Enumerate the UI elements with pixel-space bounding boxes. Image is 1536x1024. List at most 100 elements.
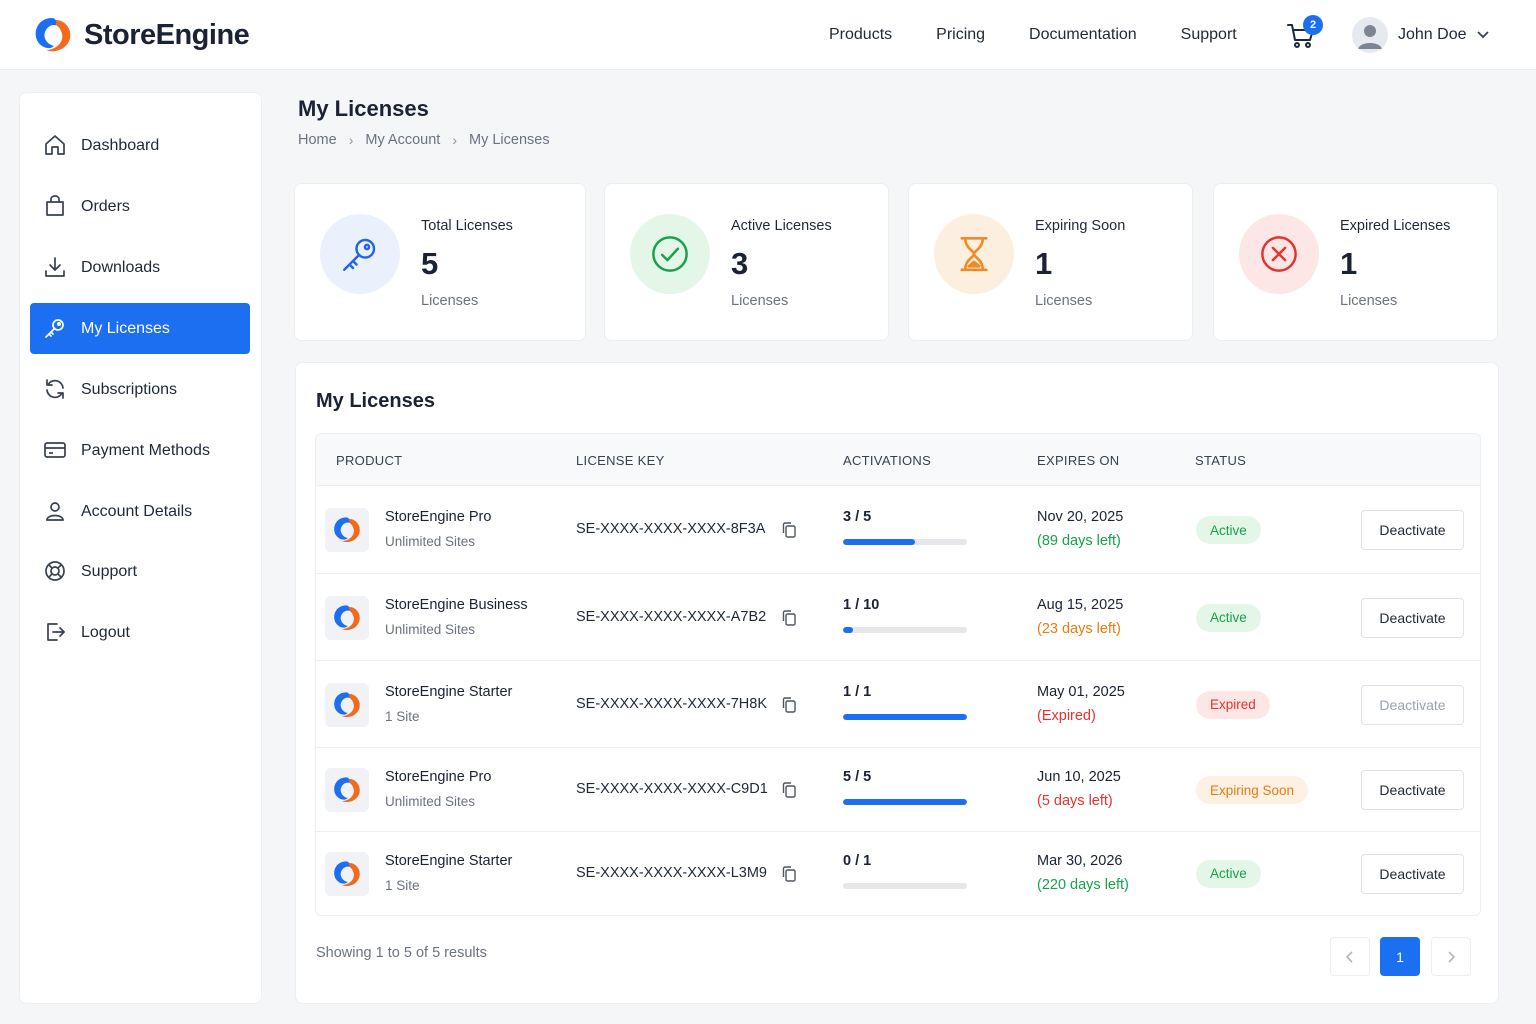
- column-header-expires-on: EXPIRES ON: [1037, 453, 1120, 468]
- chevron-right-icon: ›: [452, 132, 457, 148]
- product-logo: [325, 682, 369, 727]
- copy-icon[interactable]: [780, 781, 798, 799]
- stat-value: 3: [731, 246, 749, 281]
- deactivate-button[interactable]: Deactivate: [1361, 597, 1464, 638]
- product-logo-icon: [334, 860, 360, 886]
- pagination-prev-button[interactable]: [1330, 937, 1370, 976]
- status-badge: Expired: [1196, 690, 1270, 719]
- stat-value: 1: [1340, 246, 1358, 281]
- brand-logo[interactable]: StoreEngine: [30, 14, 250, 56]
- table-row: StoreEngine Starter 1 Site SE-XXXX-XXXX-XX…: [316, 661, 1480, 748]
- deactivate-button[interactable]: Deactivate: [1361, 510, 1464, 550]
- hourglass-icon: [960, 236, 988, 272]
- table-row: StoreEngine Starter 1 Site SE-XXXX-XXXX-XX…: [316, 832, 1480, 915]
- product-logo-icon: [334, 691, 360, 717]
- sidebar-item-subscriptions[interactable]: Subscriptions: [30, 364, 250, 415]
- stat-subtitle: Licenses: [1035, 293, 1093, 309]
- deactivate-button[interactable]: Deactivate: [1361, 684, 1464, 725]
- sidebar-item-downloads[interactable]: Downloads: [30, 242, 250, 293]
- sidebar-item-logout[interactable]: Logout: [30, 607, 250, 658]
- sidebar-item-account-details[interactable]: Account Details: [30, 486, 250, 537]
- stat-subtitle: Licenses: [421, 293, 479, 309]
- product-logo: [325, 508, 369, 552]
- pagination-page-button[interactable]: 1: [1380, 937, 1420, 976]
- product-plan: Unlimited Sites: [385, 621, 476, 637]
- chevron-right-icon: ›: [348, 132, 354, 148]
- avatar: [1352, 17, 1388, 53]
- user-icon: [46, 502, 64, 521]
- activations-count: 1 / 1: [843, 683, 872, 700]
- license-key: SE-XXXX-XXXX-XXXX-L3M9: [576, 864, 767, 881]
- expires-date: Jun 10, 2025: [1037, 769, 1121, 785]
- breadcrumb-home[interactable]: Home: [298, 132, 337, 148]
- column-header-product: PRODUCT: [336, 453, 403, 468]
- product-plan: Unlimited Sites: [385, 534, 476, 549]
- licenses-section-title: My Licenses: [316, 390, 435, 412]
- deactivate-button[interactable]: Deactivate: [1361, 770, 1464, 810]
- activations-progress-fill: [843, 626, 853, 633]
- sidebar-item-label: Orders: [81, 197, 130, 215]
- sidebar-item-label: Logout: [81, 623, 130, 641]
- product-name: StoreEngine Starter: [385, 852, 513, 869]
- product-logo: [325, 768, 369, 812]
- sidebar-item-my-licenses[interactable]: My Licenses: [30, 303, 250, 354]
- stat-card-expired-licenses: Expired Licenses 1 Licenses: [1213, 183, 1498, 341]
- column-header-license-key: LICENSE KEY: [576, 453, 665, 468]
- activations-count: 1 / 10: [843, 596, 880, 613]
- sidebar-item-dashboard[interactable]: Dashboard: [30, 120, 250, 171]
- credit-card-icon: [44, 442, 66, 458]
- copy-icon[interactable]: [780, 865, 798, 883]
- activations-progress: [843, 882, 967, 889]
- sidebar-item-payment-methods[interactable]: Payment Methods: [30, 425, 250, 476]
- logout-icon: [47, 623, 65, 641]
- brand-logo-icon: [35, 18, 71, 52]
- sidebar: Dashboard Orders Downloads My Licenses S…: [19, 92, 262, 1004]
- column-header-status: STATUS: [1195, 453, 1247, 468]
- page-title: My Licenses: [298, 96, 429, 121]
- license-key: SE-XXXX-XXXX-XXXX-C9D1: [576, 781, 768, 797]
- expires-date: Nov 20, 2025: [1037, 509, 1124, 525]
- status-badge: Active: [1196, 516, 1261, 544]
- nav-pricing[interactable]: Pricing: [936, 26, 985, 44]
- copy-icon[interactable]: [780, 521, 798, 539]
- main-nav: Products Pricing Documentation Support: [829, 0, 1281, 70]
- home-icon: [45, 135, 65, 155]
- product-logo: [325, 851, 369, 896]
- brand-name: StoreEngine: [84, 18, 250, 51]
- table-row: StoreEngine Business Unlimited Sites SE-XX…: [316, 574, 1480, 661]
- activations-progress: [843, 799, 967, 805]
- refresh-icon: [46, 379, 64, 399]
- user-menu[interactable]: John Doe: [1352, 17, 1489, 53]
- breadcrumb-current: My Licenses: [468, 132, 550, 148]
- chevron-right-icon: [1448, 950, 1455, 963]
- expires-remaining: (5 days left): [1037, 793, 1113, 809]
- pagination-summary: Showing 1 to 5 of 5 results: [316, 945, 487, 961]
- sidebar-item-label: Dashboard: [81, 136, 160, 154]
- license-key: SE-XXXX-XXXX-XXXX-8F3A: [576, 521, 766, 537]
- product-plan: Unlimited Sites: [385, 794, 476, 809]
- nav-documentation[interactable]: Documentation: [1029, 26, 1137, 44]
- product-plan: 1 Site: [385, 708, 420, 724]
- breadcrumb-my-account[interactable]: My Account: [365, 132, 440, 148]
- stat-subtitle: Licenses: [731, 293, 789, 309]
- product-logo-icon: [334, 517, 360, 543]
- activations-progress: [843, 713, 967, 720]
- copy-icon[interactable]: [780, 696, 798, 714]
- nav-products[interactable]: Products: [829, 26, 892, 44]
- x-circle-icon: [1261, 236, 1297, 272]
- sidebar-item-support[interactable]: Support: [30, 546, 250, 597]
- user-name: John Doe: [1398, 26, 1467, 43]
- lifebuoy-icon: [45, 561, 65, 581]
- stat-card-total-licenses: Total Licenses 5 Licenses: [294, 183, 586, 341]
- expires-date: May 01, 2025: [1037, 683, 1125, 700]
- sidebar-item-orders[interactable]: Orders: [30, 181, 250, 232]
- deactivate-button[interactable]: Deactivate: [1361, 853, 1464, 894]
- nav-support[interactable]: Support: [1181, 26, 1237, 44]
- product-name: StoreEngine Business: [385, 596, 528, 613]
- table-row: StoreEngine Pro Unlimited Sites SE-XXXX-XX…: [316, 486, 1480, 574]
- pagination-next-button[interactable]: [1431, 937, 1471, 976]
- expires-remaining: (23 days left): [1037, 620, 1121, 637]
- key-icon: [343, 238, 376, 271]
- activations-count: 3 / 5: [843, 509, 872, 525]
- copy-icon[interactable]: [780, 609, 798, 627]
